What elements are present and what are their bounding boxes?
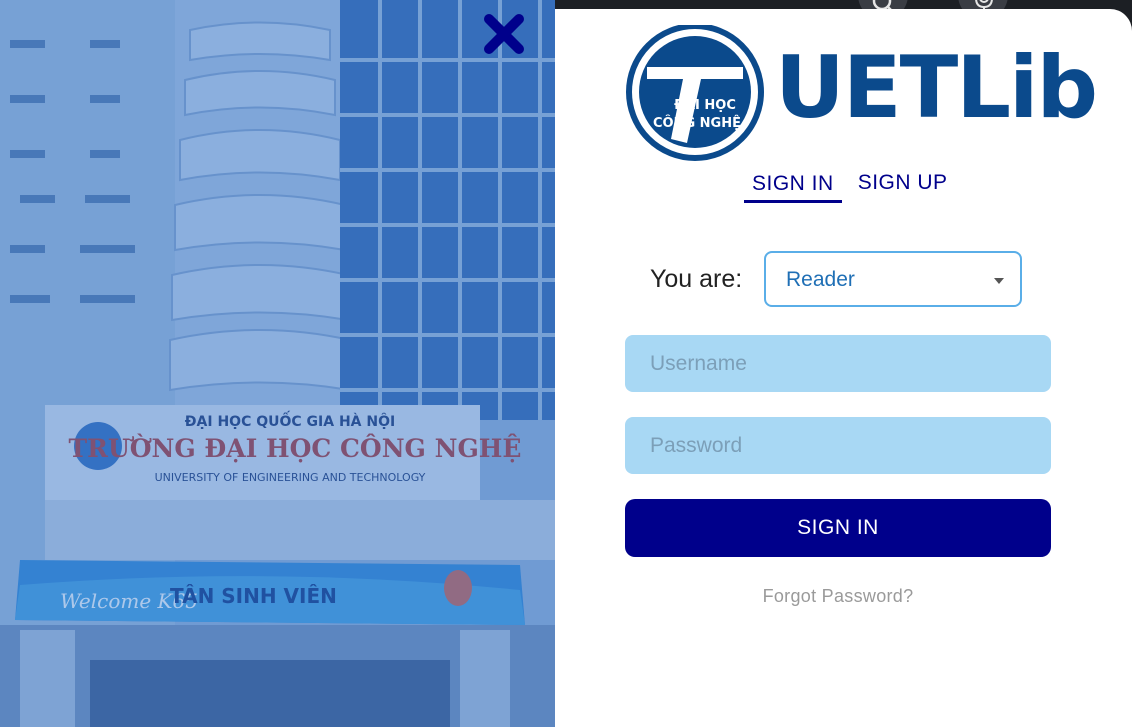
role-row: You are: Reader [650, 251, 1030, 311]
university-emblem: ĐẠI HỌC CÔNG NGHỆ [626, 23, 764, 161]
photo-tint-overlay [0, 0, 555, 727]
campus-photo: ĐẠI HỌC QUỐC GIA HÀ NỘI TRƯỜNG ĐẠI HỌC C… [0, 0, 555, 727]
password-input[interactable] [625, 417, 1051, 474]
tab-sign-up[interactable]: SIGN UP [850, 167, 956, 203]
emblem-line2: CÔNG NGHỆ [653, 115, 741, 131]
sign-in-button[interactable]: SIGN IN [625, 499, 1051, 557]
close-button[interactable] [481, 11, 527, 57]
role-label: You are: [650, 265, 743, 293]
role-select[interactable]: Reader [764, 251, 1022, 307]
logo-wordmark: UETLib [775, 38, 1098, 138]
chevron-down-icon [994, 278, 1004, 284]
close-icon [484, 14, 524, 54]
auth-tabs: SIGN IN SIGN UP [744, 167, 956, 203]
tab-sign-in[interactable]: SIGN IN [744, 167, 842, 203]
emblem-line1: ĐẠI HỌC [674, 98, 736, 113]
role-select-value: Reader [786, 268, 855, 291]
forgot-password-link[interactable]: Forgot Password? [625, 586, 1051, 607]
uetlib-logo: ĐẠI HỌC CÔNG NGHỆ UETLib [625, 23, 1098, 161]
username-input[interactable] [625, 335, 1051, 392]
login-modal: ĐẠI HỌC CÔNG NGHỆ UETLib SIGN IN SIGN UP… [555, 9, 1132, 727]
